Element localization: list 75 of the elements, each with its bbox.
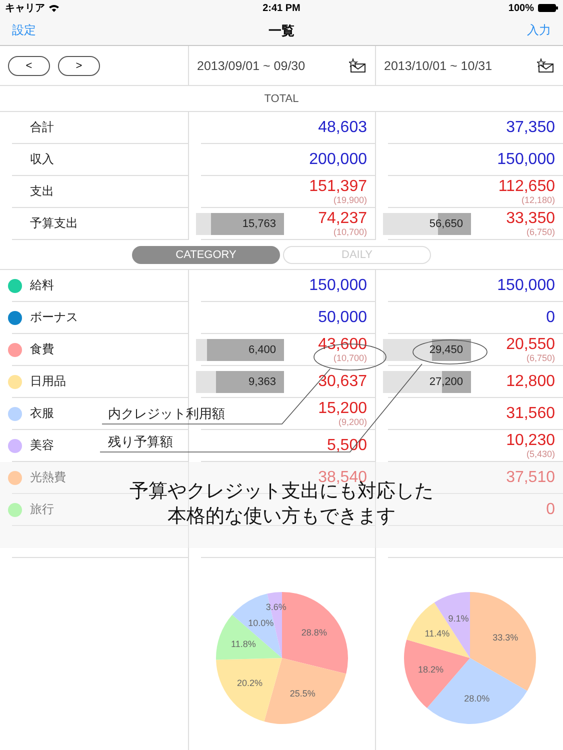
budget-remaining: 29,450 — [429, 344, 464, 356]
amount: 15,200 — [318, 400, 367, 416]
carrier-name: キャリア — [5, 2, 45, 15]
row-label: 予算支出 — [30, 215, 78, 232]
row-label: 美容 — [30, 437, 54, 454]
callout-label: 内クレジット利用額 — [108, 405, 225, 423]
amount: 48,603 — [318, 120, 367, 136]
row-label: 合計 — [30, 119, 54, 136]
segment-tab[interactable]: CATEGORY — [132, 246, 280, 264]
amount: 33,350 — [506, 210, 555, 226]
slice-label: 10.0% — [248, 618, 274, 628]
next-button[interactable]: > — [58, 56, 100, 76]
credit-amount: (10,700) — [333, 228, 367, 236]
budget-remaining: 6,400 — [248, 344, 277, 356]
amount: 37,510 — [506, 470, 555, 486]
slice-label: 25.5% — [290, 688, 316, 698]
amount: 50,000 — [318, 310, 367, 326]
row-label: 収入 — [30, 151, 54, 168]
slice-label: 11.8% — [231, 639, 256, 650]
amount: 37,350 — [506, 120, 555, 136]
amount: 0 — [546, 310, 555, 326]
amount: 20,550 — [506, 336, 555, 352]
row-label: 日用品 — [30, 373, 66, 390]
amount: 30,637 — [318, 374, 367, 390]
callout-label: 残り予算額 — [108, 433, 173, 451]
credit-amount: (5,430) — [526, 450, 555, 458]
amount: 31,560 — [506, 406, 555, 422]
row-label: 支出 — [30, 183, 54, 200]
slice-label: 28.0% — [464, 693, 490, 704]
wifi-icon — [49, 4, 59, 12]
amount: 150,000 — [497, 152, 555, 168]
slice-label: 18.2% — [418, 664, 444, 675]
amount: 74,237 — [318, 210, 367, 226]
amount: 0 — [546, 502, 555, 518]
slice-label: 11.4% — [424, 628, 450, 639]
slice-label: 28.8% — [301, 628, 327, 638]
envelope-icon[interactable] — [537, 58, 555, 73]
slice-label: 9.1% — [448, 614, 468, 624]
row-label: 給料 — [30, 277, 54, 294]
previous-button[interactable]: < — [8, 56, 50, 76]
slice-label: 20.2% — [236, 678, 262, 688]
credit-amount: (9,200) — [338, 418, 367, 426]
battery-icon — [538, 4, 558, 12]
envelope-icon[interactable] — [349, 58, 367, 73]
amount: 200,000 — [309, 152, 367, 168]
section-heading: TOTAL — [0, 86, 563, 112]
row-label: 光熱費 — [30, 469, 66, 486]
period-range: 2013/10/01 ~ 10/31 — [384, 58, 492, 72]
screen-title: 一覧 — [268, 22, 294, 40]
budget-remaining: 56,650 — [429, 218, 464, 230]
row-label: ボーナス — [30, 309, 78, 326]
row-label: 衣服 — [30, 405, 54, 422]
clock-time: 2:41 PM — [262, 2, 300, 14]
credit-amount: (6,750) — [526, 354, 555, 362]
amount: 112,650 — [498, 178, 555, 194]
budget-remaining: 9,363 — [248, 376, 277, 388]
credit-amount: (6,750) — [526, 228, 555, 236]
input-link[interactable]: 入力 — [527, 22, 551, 39]
budget-remaining: 15,763 — [242, 218, 277, 230]
credit-amount: (12,180) — [521, 196, 555, 204]
period-range: 2013/09/01 ~ 09/30 — [197, 58, 306, 72]
settings-link[interactable]: 設定 — [12, 22, 36, 39]
credit-amount: (10,700) — [333, 354, 367, 362]
promo-text: 本格的な使い方もできます — [168, 505, 396, 529]
credit-amount: (19,900) — [333, 196, 367, 204]
slice-label: 33.3% — [492, 632, 518, 642]
budget-remaining: 27,200 — [429, 376, 464, 388]
battery-percent: 100% — [508, 2, 534, 14]
row-label: 旅行 — [30, 501, 54, 518]
amount: 150,000 — [309, 278, 367, 294]
amount: 10,230 — [506, 432, 555, 448]
amount: 12,800 — [506, 374, 555, 390]
row-label: 食費 — [30, 341, 54, 358]
amount: 151,397 — [309, 178, 367, 194]
amount: 150,000 — [497, 278, 555, 294]
